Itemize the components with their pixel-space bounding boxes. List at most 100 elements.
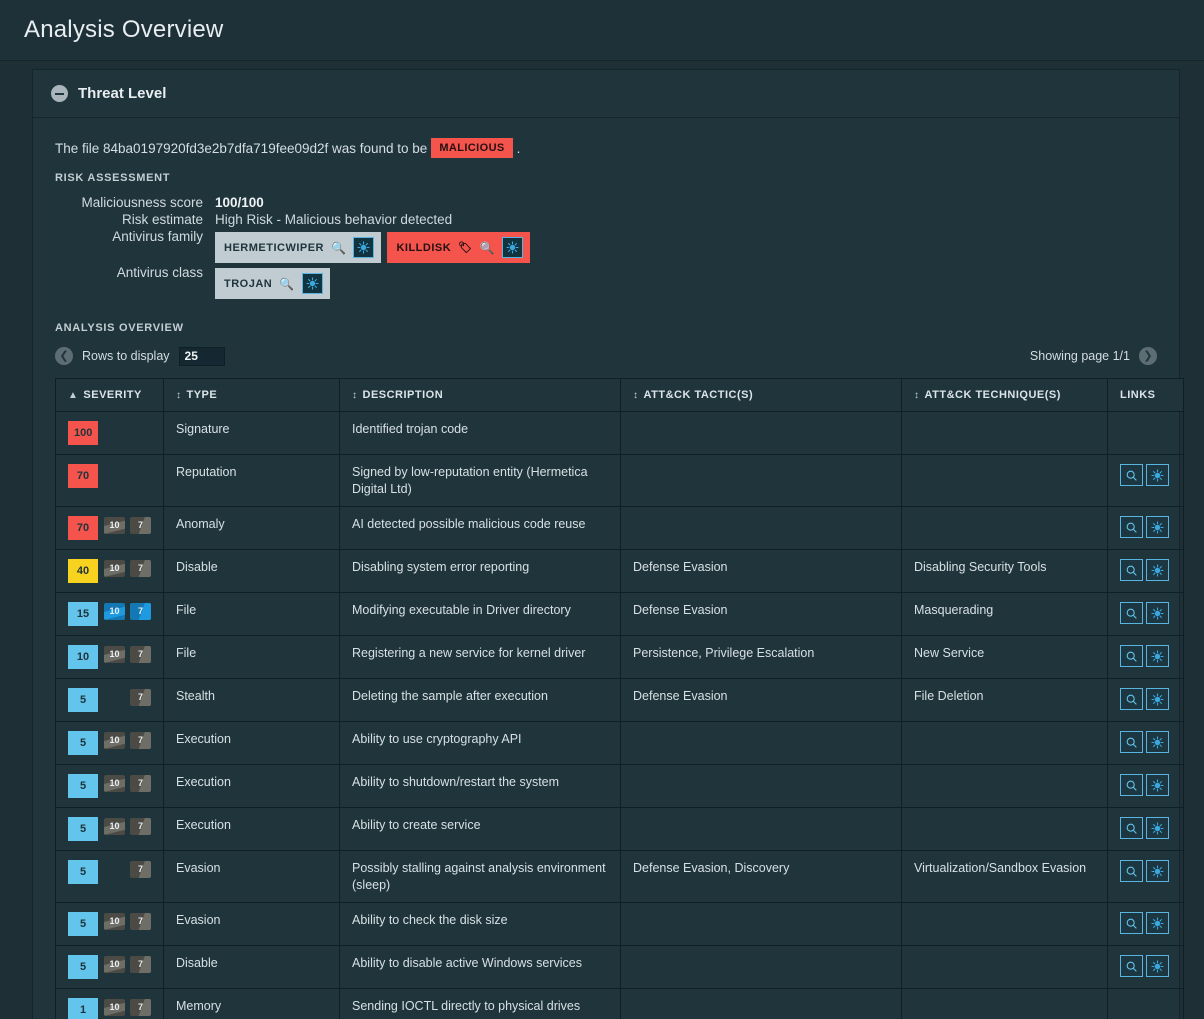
search-icon[interactable] bbox=[1120, 602, 1143, 624]
mini-badge-label: 7 bbox=[138, 916, 143, 928]
virus-icon[interactable] bbox=[1146, 559, 1169, 581]
mini-badge: 10 bbox=[104, 517, 125, 534]
search-icon[interactable] bbox=[1120, 464, 1143, 486]
top-header-bar: Analysis Overview bbox=[0, 0, 1204, 61]
mini-badge: 10 bbox=[104, 732, 125, 749]
table-row[interactable]: 57EvasionPossibly stalling against analy… bbox=[56, 851, 1184, 903]
links-group bbox=[1120, 731, 1171, 753]
cell-type: Stealth bbox=[164, 679, 340, 722]
cell-description: Possibly stalling against analysis envir… bbox=[340, 851, 621, 903]
chevron-left-icon[interactable]: ❮ bbox=[55, 347, 73, 365]
virus-icon[interactable] bbox=[1146, 464, 1169, 486]
column-header-att-ck-tactic-s[interactable]: ↕ATT&CK TACTIC(S) bbox=[621, 379, 902, 412]
table-row[interactable]: 5107EvasionAbility to check the disk siz… bbox=[56, 903, 1184, 946]
mini-badge-label: 7 bbox=[138, 821, 143, 833]
table-row[interactable]: 5107DisableAbility to disable active Win… bbox=[56, 946, 1184, 989]
antivirus-class-tags: TROJAN🔍 bbox=[215, 265, 530, 299]
search-icon[interactable]: 🔍 bbox=[331, 241, 346, 255]
mini-badge: 7 bbox=[130, 646, 151, 663]
search-icon[interactable] bbox=[1120, 774, 1143, 796]
mini-badge: 7 bbox=[130, 560, 151, 577]
severity-score-badge: 10 bbox=[68, 645, 98, 669]
search-icon[interactable] bbox=[1120, 688, 1143, 710]
column-header-severity[interactable]: ▲SEVERITY bbox=[56, 379, 164, 412]
cell-attack-tactics: Defense Evasion bbox=[621, 550, 902, 593]
cell-severity: 5 10 7 bbox=[56, 903, 164, 946]
mini-badge-label: 7 bbox=[138, 778, 143, 790]
av-tag[interactable]: TROJAN🔍 bbox=[215, 268, 330, 299]
table-row[interactable]: 40107DisableDisabling system error repor… bbox=[56, 550, 1184, 593]
card-body: The file 84ba0197920fd3e2b7dfa719fee09d2… bbox=[33, 118, 1179, 1019]
cell-type: Evasion bbox=[164, 903, 340, 946]
risk-assessment-label: RISK ASSESSMENT bbox=[55, 172, 1157, 184]
cell-links bbox=[1108, 765, 1184, 808]
mini-badge: 10 bbox=[104, 913, 125, 930]
virus-icon[interactable] bbox=[1146, 731, 1169, 753]
mini-badge: 10 bbox=[104, 646, 125, 663]
table-row[interactable]: 1107MemorySending IOCTL directly to phys… bbox=[56, 989, 1184, 1019]
av-tag[interactable]: HERMETICWIPER🔍 bbox=[215, 232, 381, 263]
search-icon[interactable] bbox=[1120, 516, 1143, 538]
table-row[interactable]: 5107ExecutionAbility to shutdown/restart… bbox=[56, 765, 1184, 808]
table-row[interactable]: 15107FileModifying executable in Driver … bbox=[56, 593, 1184, 636]
table-row[interactable]: 57StealthDeleting the sample after execu… bbox=[56, 679, 1184, 722]
cell-description: Ability to use cryptography API bbox=[340, 722, 621, 765]
virus-icon[interactable] bbox=[1146, 774, 1169, 796]
table-row[interactable]: 5107ExecutionAbility to create service bbox=[56, 808, 1184, 851]
chevron-right-icon[interactable]: ❯ bbox=[1139, 347, 1157, 365]
cell-severity: 15107 bbox=[56, 593, 164, 636]
search-icon[interactable] bbox=[1120, 955, 1143, 977]
cell-description: Ability to disable active Windows servic… bbox=[340, 946, 621, 989]
table-row[interactable]: 70ReputationSigned by low-reputation ent… bbox=[56, 455, 1184, 507]
table-row[interactable]: 5107ExecutionAbility to use cryptography… bbox=[56, 722, 1184, 765]
cell-severity: 1107 bbox=[56, 989, 164, 1019]
mini-badge-label: 7 bbox=[138, 1002, 143, 1014]
search-icon[interactable] bbox=[1120, 817, 1143, 839]
column-header-description[interactable]: ↕DESCRIPTION bbox=[340, 379, 621, 412]
cell-attack-tactics bbox=[621, 903, 902, 946]
table-row[interactable]: 10107FileRegistering a new service for k… bbox=[56, 636, 1184, 679]
cell-attack-tactics: Defense Evasion, Discovery bbox=[621, 851, 902, 903]
search-icon[interactable] bbox=[1120, 731, 1143, 753]
threat-level-card-header[interactable]: Threat Level bbox=[33, 70, 1179, 118]
search-icon[interactable] bbox=[1120, 645, 1143, 667]
severity-score-badge: 5 bbox=[68, 912, 98, 936]
severity-score-badge: 5 bbox=[68, 860, 98, 884]
severity-mini-badges: 10 7 bbox=[104, 912, 151, 930]
links-group bbox=[1120, 464, 1171, 486]
column-header-type[interactable]: ↕TYPE bbox=[164, 379, 340, 412]
search-icon[interactable] bbox=[1120, 860, 1143, 882]
virus-icon[interactable] bbox=[1146, 860, 1169, 882]
virus-icon[interactable] bbox=[302, 273, 323, 294]
cell-attack-techniques: Masquerading bbox=[902, 593, 1108, 636]
table-row[interactable]: 70107AnomalyAI detected possible malicio… bbox=[56, 507, 1184, 550]
mini-badge: 7 bbox=[130, 517, 151, 534]
virus-icon[interactable] bbox=[1146, 955, 1169, 977]
virus-icon[interactable] bbox=[1146, 645, 1169, 667]
search-icon[interactable]: 🔍 bbox=[279, 277, 294, 291]
search-icon[interactable]: 🔍 bbox=[480, 241, 495, 255]
cell-attack-tactics bbox=[621, 808, 902, 851]
table-row[interactable]: 100SignatureIdentified trojan code bbox=[56, 412, 1184, 455]
cell-type: Execution bbox=[164, 765, 340, 808]
app-root: Analysis Overview Threat Level The file … bbox=[0, 0, 1204, 1019]
virus-icon[interactable] bbox=[502, 237, 523, 258]
virus-icon[interactable] bbox=[1146, 817, 1169, 839]
virus-icon[interactable] bbox=[353, 237, 374, 258]
cell-attack-tactics bbox=[621, 765, 902, 808]
rows-to-display-input[interactable] bbox=[179, 347, 225, 366]
minus-circle-icon[interactable] bbox=[51, 85, 68, 102]
virus-icon[interactable] bbox=[1146, 912, 1169, 934]
severity-mini-badges: 107 bbox=[104, 998, 151, 1016]
cell-attack-tactics bbox=[621, 455, 902, 507]
severity-score-badge: 70 bbox=[68, 516, 98, 540]
virus-icon[interactable] bbox=[1146, 688, 1169, 710]
mini-badge: 10 bbox=[104, 560, 125, 577]
virus-icon[interactable] bbox=[1146, 516, 1169, 538]
column-header-att-ck-technique-s[interactable]: ↕ATT&CK TECHNIQUE(S) bbox=[902, 379, 1108, 412]
search-icon[interactable] bbox=[1120, 912, 1143, 934]
virus-icon[interactable] bbox=[1146, 602, 1169, 624]
search-icon[interactable] bbox=[1120, 559, 1143, 581]
av-tag[interactable]: KILLDISK🏷🔍 bbox=[387, 232, 530, 263]
mini-badge-placeholder bbox=[104, 861, 125, 878]
